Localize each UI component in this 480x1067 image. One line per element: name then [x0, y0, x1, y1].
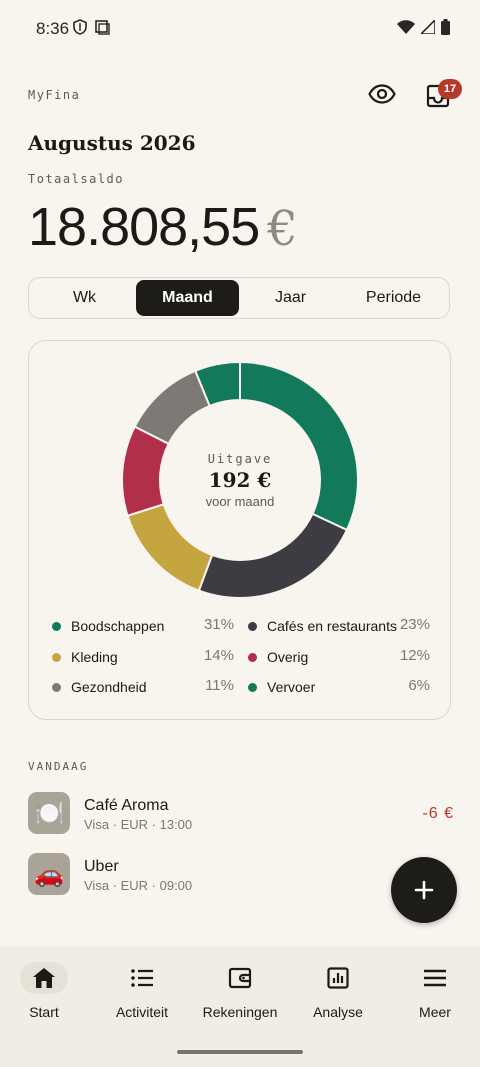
chart-center-label: Uitgave [207, 452, 273, 466]
legend-dot [52, 682, 61, 692]
donut-slice-kleding[interactable] [126, 502, 214, 592]
transaction-meta: Visa · EUR · 09:00 [84, 878, 193, 893]
balance-label: Totaalsaldo [28, 172, 124, 186]
shield-icon [73, 19, 87, 35]
period-selector: Wk Maand Jaar Periode [28, 277, 450, 319]
nav-meer-label: Meer [419, 1004, 451, 1020]
legend-item: Cafés en restaurants [248, 616, 397, 636]
toggle-visibility-button[interactable] [366, 80, 398, 108]
tab-year[interactable]: Jaar [239, 280, 342, 316]
legend-item: Gezondheid [52, 677, 147, 697]
home-indicator [177, 1050, 303, 1054]
legend-percent: 31% [203, 616, 234, 633]
nav-activiteit-label: Activiteit [115, 1004, 169, 1020]
transaction-row[interactable]: 🍽️ Café Aroma Visa · EUR · 13:00 -6 € [28, 792, 458, 836]
plus-icon [414, 880, 434, 900]
nav-analyse[interactable]: Analyse [290, 946, 386, 1036]
page-title: Augustus 2026 [28, 131, 196, 155]
nav-rekeningen-label: Rekeningen [202, 1004, 278, 1020]
legend-percent: 12% [399, 647, 430, 664]
legend-dot [248, 621, 257, 631]
donut-slice-caf-s-en-restaurants[interactable] [197, 512, 349, 599]
status-icons-left [73, 19, 110, 35]
signal-icon [421, 20, 435, 34]
legend-percent: 14% [203, 647, 234, 664]
legend-percent: 23% [399, 616, 430, 633]
legend-item: Boodschappen [52, 616, 164, 636]
bottom-navigation: Start Activiteit Rekeningen Analyse Meer [0, 946, 480, 1067]
legend-label: Boodschappen [71, 618, 165, 634]
legend-item: Overig [248, 647, 308, 667]
transaction-row[interactable]: 🚗 Uber Visa · EUR · 09:00 [28, 853, 388, 897]
legend-label: Cafés en restaurants [267, 618, 397, 634]
nav-analyse-label: Analyse [313, 1004, 363, 1020]
chart-center-amount: 192 € [208, 468, 272, 492]
legend-dot [248, 652, 257, 662]
donut-slice-gezondheid[interactable] [133, 369, 211, 446]
tab-period[interactable]: Periode [342, 280, 445, 316]
restaurant-icon: 🍽️ [28, 792, 70, 834]
transaction-title: Café Aroma [84, 797, 169, 814]
app-brand: MyFina [28, 88, 81, 102]
nav-rekeningen-icon-wrap [216, 962, 264, 994]
legend-percent: 6% [408, 677, 430, 694]
transaction-amount: -6 € [422, 805, 454, 822]
add-transaction-button[interactable] [391, 857, 457, 923]
section-label-today: VANDAAG [28, 760, 89, 773]
balance-value: 18.808,55 [28, 197, 260, 257]
legend-percent: 11% [205, 677, 234, 694]
legend-label: Overig [267, 649, 309, 665]
screenshot-icon [95, 19, 110, 35]
transaction-meta: Visa · EUR · 13:00 [84, 817, 193, 832]
wifi-icon [397, 20, 415, 34]
battery-icon [441, 19, 450, 35]
legend-item: Vervoer [248, 677, 315, 697]
legend-dot [248, 682, 257, 692]
status-icons-right [397, 19, 450, 35]
inbox-badge: 17 [438, 79, 462, 99]
legend-label: Gezondheid [71, 679, 147, 695]
legend-dot [52, 621, 61, 631]
balance-amount: 18.808,55 € [28, 196, 298, 258]
nav-start-icon-wrap [20, 962, 68, 994]
wallet-icon [228, 967, 252, 989]
home-icon [33, 968, 55, 988]
nav-activiteit[interactable]: Activiteit [94, 946, 190, 1036]
legend-dot [52, 652, 61, 662]
bar-chart-icon [327, 967, 349, 989]
chart-center-sub: voor maand [205, 494, 275, 509]
transaction-title: Uber [84, 858, 119, 875]
nav-activiteit-icon-wrap [118, 962, 166, 994]
eye-icon [368, 84, 396, 104]
balance-currency: € [267, 201, 298, 257]
status-time: 8:36 [36, 19, 70, 38]
legend-label: Vervoer [267, 679, 316, 695]
nav-analyse-icon-wrap [314, 962, 362, 994]
tab-month[interactable]: Maand [136, 280, 239, 316]
nav-start-label: Start [29, 1004, 59, 1020]
list-icon [131, 969, 153, 987]
legend-label: Kleding [71, 649, 118, 665]
legend-item: Kleding [52, 647, 118, 667]
nav-meer-icon-wrap [411, 962, 459, 994]
nav-meer[interactable]: Meer [387, 946, 480, 1036]
nav-rekeningen[interactable]: Rekeningen [192, 946, 288, 1036]
tab-week[interactable]: Wk [33, 280, 136, 316]
menu-icon [424, 969, 446, 987]
car-icon: 🚗 [28, 853, 70, 895]
nav-start[interactable]: Start [0, 946, 92, 1036]
